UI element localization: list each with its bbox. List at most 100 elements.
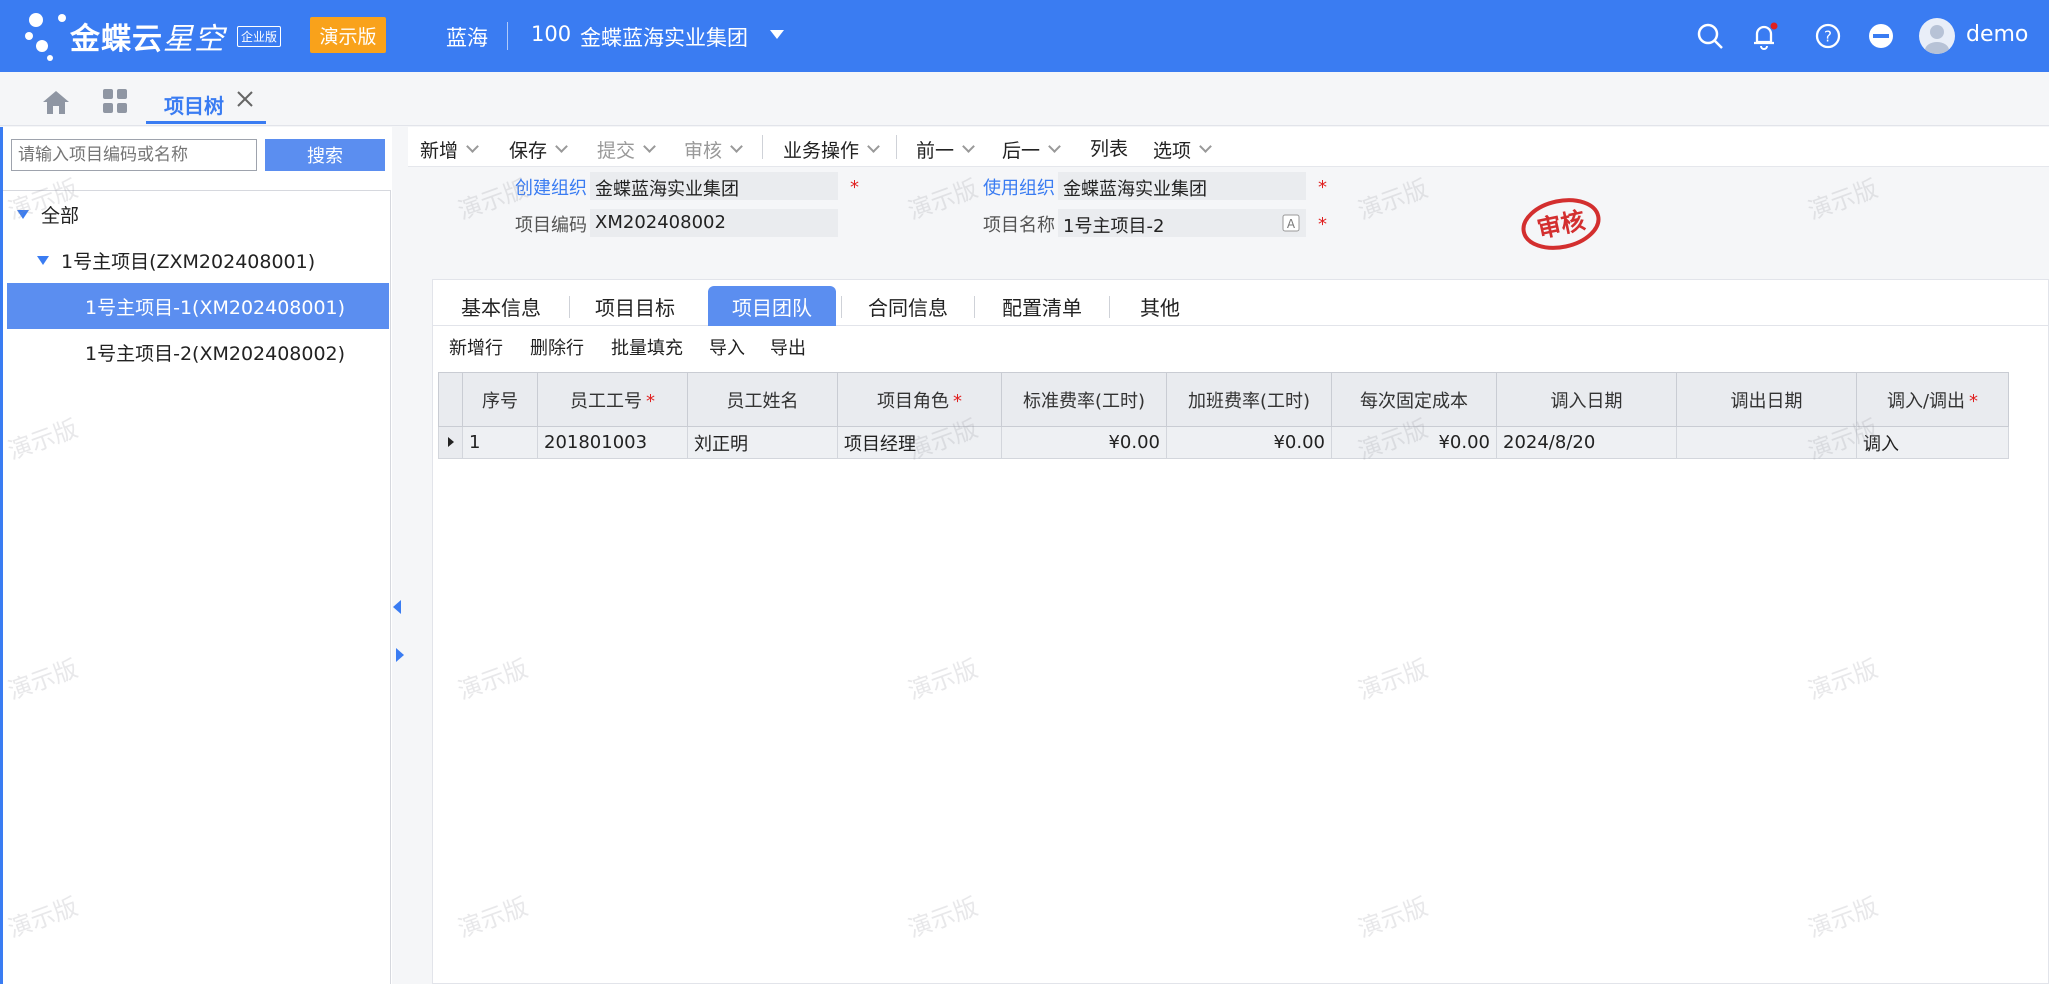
tab-project-tree[interactable]: 项目树 xyxy=(146,80,266,124)
required-mark: * xyxy=(850,177,859,198)
chevron-down-icon[interactable] xyxy=(643,140,656,153)
col-header-seq[interactable]: 序号 xyxy=(462,372,538,427)
collapse-left-arrow-icon[interactable] xyxy=(393,600,401,614)
cell-fixed-cost[interactable]: ¥0.00 xyxy=(1331,426,1497,459)
project-name-field[interactable]: 1号主项目-2 A xyxy=(1058,209,1306,237)
cell-project-role[interactable]: 项目经理 xyxy=(837,426,1002,459)
tree-node-main-project[interactable]: 1号主项目(ZXM202408001) xyxy=(7,237,389,283)
detail-tabs-area: 基本信息 项目目标 项目团队 合同信息 配置清单 其他 新增行 删除行 批量填充… xyxy=(432,279,2049,984)
project-name-value: 1号主项目-2 xyxy=(1063,216,1165,237)
kingdee-logo-icon xyxy=(25,13,66,61)
toolbar-previous-button[interactable]: 前一 xyxy=(916,136,975,163)
toolbar-list-button[interactable]: 列表 xyxy=(1090,134,1128,161)
stamp-text: 审核 xyxy=(1535,206,1588,243)
search-input[interactable] xyxy=(11,139,257,171)
batch-fill-button[interactable]: 批量填充 xyxy=(611,334,683,360)
add-row-button[interactable]: 新增行 xyxy=(449,334,503,360)
tab-project-goals[interactable]: 项目目标 xyxy=(570,286,700,326)
col-header-transfer-out-date[interactable]: 调出日期 xyxy=(1676,372,1857,427)
col-header-project-role[interactable]: 项目角色 * xyxy=(837,372,1002,427)
tab-project-team[interactable]: 项目团队 xyxy=(708,286,836,326)
chevron-down-icon[interactable] xyxy=(466,140,479,153)
col-header-transfer-in-date[interactable]: 调入日期 xyxy=(1496,372,1677,427)
svg-text:?: ? xyxy=(1824,28,1832,46)
use-org-field[interactable]: 金蝶蓝海实业集团 xyxy=(1058,172,1306,200)
search-icon[interactable] xyxy=(1696,22,1724,50)
org-code[interactable]: 100 xyxy=(531,22,571,46)
chevron-down-icon[interactable] xyxy=(1199,140,1212,153)
org-short-name[interactable]: 蓝海 xyxy=(446,22,488,52)
cell-employee-name[interactable]: 刘正明 xyxy=(687,426,838,459)
project-code-field[interactable]: XM202408002 xyxy=(590,209,838,237)
project-code-label: 项目编码 xyxy=(515,215,587,236)
required-mark: * xyxy=(1969,390,1979,412)
org-name[interactable]: 金蝶蓝海实业集团 xyxy=(580,22,748,52)
col-header-overtime-rate[interactable]: 加班费率(工时) xyxy=(1166,372,1332,427)
row-selector-header xyxy=(438,372,463,427)
close-icon[interactable] xyxy=(234,88,256,110)
delete-row-button[interactable]: 删除行 xyxy=(530,334,584,360)
apps-grid-icon[interactable] xyxy=(102,88,128,114)
chevron-down-icon[interactable] xyxy=(962,140,975,153)
toolbar-business-ops-button[interactable]: 业务操作 xyxy=(783,136,880,163)
table-row[interactable]: 1 201801003 刘正明 项目经理 ¥0.00 ¥0.00 ¥0.00 2… xyxy=(438,426,2009,459)
cell-transfer-in-date[interactable]: 2024/8/20 xyxy=(1496,426,1677,459)
col-header-fixed-cost[interactable]: 每次固定成本 xyxy=(1331,372,1497,427)
cell-seq[interactable]: 1 xyxy=(462,426,538,459)
toolbar-item-label: 保存 xyxy=(509,140,548,162)
tree-node-all[interactable]: 全部 xyxy=(7,191,389,237)
home-icon[interactable] xyxy=(42,89,70,115)
project-tree: 全部 1号主项目(ZXM202408001) 1号主项目-1(XM2024080… xyxy=(3,190,391,984)
import-button[interactable]: 导入 xyxy=(709,334,745,360)
toolbar-submit-button[interactable]: 提交 xyxy=(597,136,656,163)
bell-icon[interactable] xyxy=(1750,22,1778,50)
tree-node-subproject-2[interactable]: 1号主项目-2(XM202408002) xyxy=(7,329,389,375)
cell-transfer-direction[interactable]: 调入 xyxy=(1856,426,2009,459)
avatar[interactable] xyxy=(1919,18,1955,54)
chevron-down-icon[interactable] xyxy=(1048,140,1061,153)
col-header-label: 调入/调出 xyxy=(1886,390,1966,412)
cell-overtime-rate[interactable]: ¥0.00 xyxy=(1166,426,1332,459)
create-org-field[interactable]: 金蝶蓝海实业集团 xyxy=(590,172,838,200)
toolbar-new-button[interactable]: 新增 xyxy=(420,136,479,163)
multilang-icon[interactable]: A xyxy=(1282,214,1300,232)
org-dropdown-icon[interactable] xyxy=(770,30,784,39)
tree-node-subproject-1[interactable]: 1号主项目-1(XM202408001) xyxy=(7,283,389,329)
expand-triangle-icon[interactable] xyxy=(37,255,49,265)
chevron-down-icon[interactable] xyxy=(867,140,880,153)
detail-subtabs: 基本信息 项目目标 项目团队 合同信息 配置清单 其他 xyxy=(433,280,2049,326)
tab-basic-info[interactable]: 基本信息 xyxy=(433,286,569,326)
tab-other[interactable]: 其他 xyxy=(1110,286,1210,326)
user-name[interactable]: demo xyxy=(1966,22,2028,47)
chevron-down-icon[interactable] xyxy=(730,140,743,153)
cell-standard-rate[interactable]: ¥0.00 xyxy=(1001,426,1167,459)
cell-employee-no[interactable]: 201801003 xyxy=(537,426,688,459)
toolbar-save-button[interactable]: 保存 xyxy=(509,136,568,163)
help-icon[interactable]: ? xyxy=(1814,22,1842,50)
table-header-row: 序号 员工工号 * 员工姓名 项目角色 * 标准费率(工时) 加班费率(工时) 每次… xyxy=(438,372,2009,427)
minus-circle-icon[interactable] xyxy=(1867,22,1895,50)
tab-contract-info[interactable]: 合同信息 xyxy=(842,286,974,326)
grid-toolbar: 新增行 删除行 批量填充 导入 导出 xyxy=(433,326,2049,364)
toolbar-audit-button[interactable]: 审核 xyxy=(684,136,743,163)
search-button[interactable]: 搜索 xyxy=(265,139,385,171)
col-header-employee-no[interactable]: 员工工号 * xyxy=(537,372,688,427)
cell-transfer-out-date[interactable] xyxy=(1676,426,1857,459)
col-header-employee-name[interactable]: 员工姓名 xyxy=(687,372,838,427)
row-selector[interactable] xyxy=(438,426,463,459)
chevron-down-icon[interactable] xyxy=(555,140,568,153)
export-button[interactable]: 导出 xyxy=(770,334,806,360)
toolbar-item-label: 选项 xyxy=(1153,140,1192,162)
create-org-label[interactable]: 创建组织 xyxy=(467,174,587,200)
page-tab-strip: 项目树 xyxy=(0,72,2049,126)
use-org-label[interactable]: 使用组织 xyxy=(935,174,1055,200)
team-table: 序号 员工工号 * 员工姓名 项目角色 * 标准费率(工时) 加班费率(工时) 每次… xyxy=(438,372,2009,459)
toolbar-options-button[interactable]: 选项 xyxy=(1153,136,1212,163)
toolbar-item-label: 业务操作 xyxy=(783,140,860,162)
col-header-standard-rate[interactable]: 标准费率(工时) xyxy=(1001,372,1167,427)
expand-triangle-icon[interactable] xyxy=(17,209,29,219)
expand-right-arrow-icon[interactable] xyxy=(396,648,404,662)
col-header-transfer-direction[interactable]: 调入/调出 * xyxy=(1856,372,2009,427)
tab-config-list[interactable]: 配置清单 xyxy=(975,286,1109,326)
toolbar-next-button[interactable]: 后一 xyxy=(1002,136,1061,163)
